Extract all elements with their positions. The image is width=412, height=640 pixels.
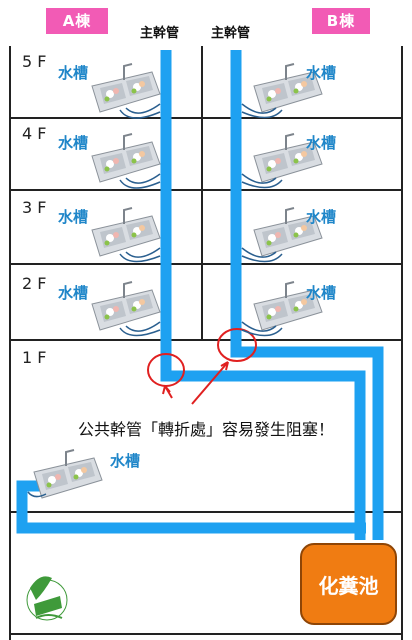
- drainage-diagram: A棟 B棟 主幹管 主幹管 5 F 4 F 3 F 2 F 1 F 水槽 水槽 …: [0, 0, 412, 640]
- floor-label-5f: 5 F: [22, 52, 47, 71]
- septic-tank: 化糞池: [300, 543, 397, 625]
- logo-icon: [26, 576, 68, 621]
- building-a-label: A棟: [46, 8, 108, 34]
- building-b-label: B棟: [312, 8, 370, 34]
- floor-label-2f: 2 F: [22, 274, 47, 293]
- sink-label-b-2f: 水槽: [306, 284, 337, 302]
- sink-label-1f: 水槽: [110, 452, 141, 470]
- sink-label-a-2f: 水槽: [58, 284, 89, 302]
- pipe-1f: [16, 480, 366, 534]
- floor-label-3f: 3 F: [22, 198, 47, 217]
- floor-label-4f: 4 F: [22, 124, 47, 143]
- floor-label-1f: 1 F: [22, 348, 47, 367]
- blockage-note: 公共幹管「轉折處」容易發生阻塞！: [77, 420, 334, 439]
- sink-label-a-5f: 水槽: [58, 64, 89, 82]
- arrow-b: [191, 361, 229, 405]
- sink-label-b-4f: 水槽: [306, 134, 337, 152]
- sink-label-b-3f: 水槽: [306, 208, 337, 226]
- main-pipe-label-b: 主幹管: [211, 26, 251, 41]
- sink-label-a-4f: 水槽: [58, 134, 89, 152]
- sink-label-b-5f: 水槽: [306, 64, 337, 82]
- sink-label-a-3f: 水槽: [58, 208, 89, 226]
- main-pipe-label-a: 主幹管: [140, 26, 180, 41]
